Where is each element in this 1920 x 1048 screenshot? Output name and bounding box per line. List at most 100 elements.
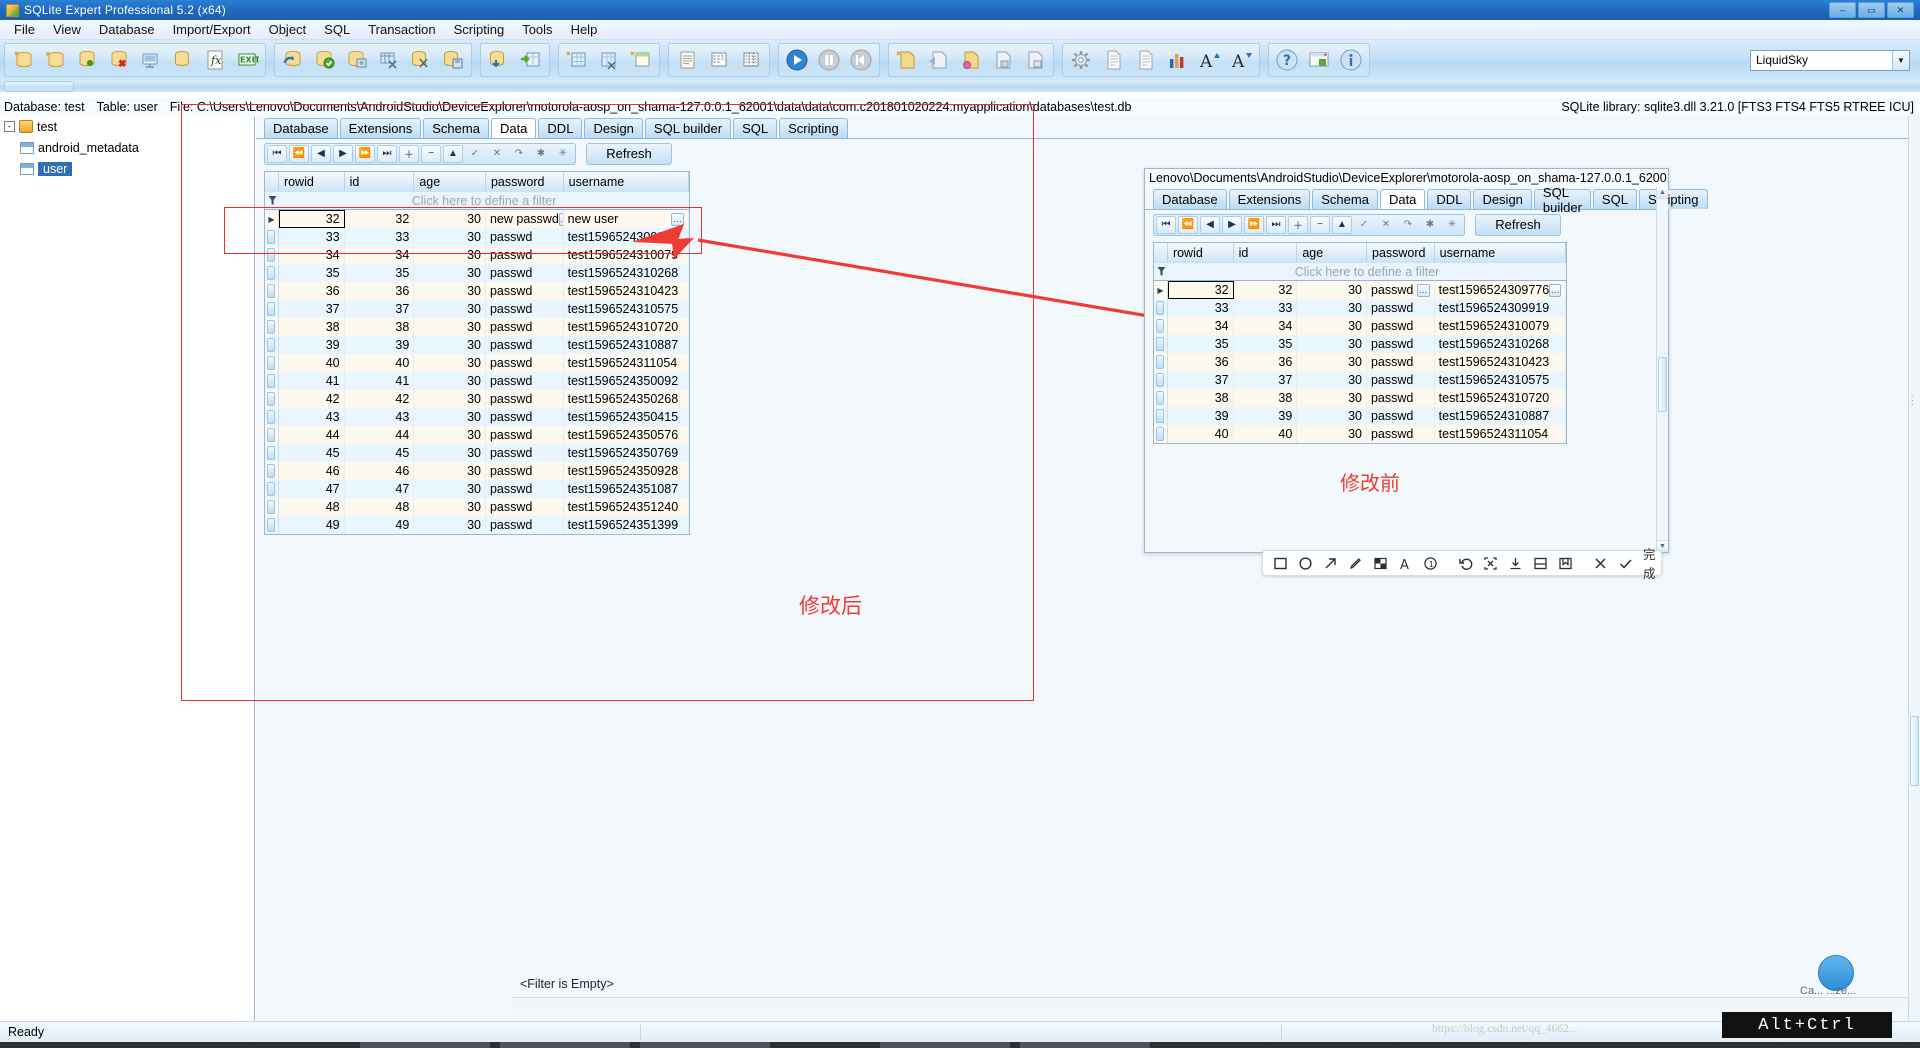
- table-cell-rowid[interactable]: 42: [279, 390, 345, 408]
- snip-done-label[interactable]: 完成: [1643, 544, 1656, 582]
- row-handle[interactable]: [267, 446, 276, 460]
- clear-null-button[interactable]: ✳: [553, 145, 573, 163]
- row-indicator[interactable]: [265, 246, 279, 264]
- table-cell-password[interactable]: passwd: [486, 516, 564, 534]
- table-row[interactable]: ▶ 32 32 30 passwd… test1596524309776…: [1154, 281, 1566, 299]
- table-cell-password[interactable]: passwd: [486, 462, 564, 480]
- inset-refresh-button[interactable]: Refresh: [1475, 213, 1561, 236]
- scroll-up-icon[interactable]: ▲: [1657, 187, 1668, 199]
- table-cell-rowid[interactable]: 43: [279, 408, 345, 426]
- table-cell-id[interactable]: 33: [1234, 299, 1298, 317]
- table-cell-id[interactable]: 37: [345, 300, 415, 318]
- table-cell-id[interactable]: 38: [1234, 389, 1298, 407]
- inset-set-null-button[interactable]: ✱: [1420, 216, 1440, 234]
- menu-scripting[interactable]: Scripting: [445, 20, 514, 39]
- row-indicator[interactable]: [265, 336, 279, 354]
- function-fx-icon[interactable]: fx: [199, 44, 231, 76]
- row-indicator[interactable]: [265, 354, 279, 372]
- refresh-database-icon[interactable]: [277, 44, 309, 76]
- arrow-tool-icon[interactable]: [1323, 555, 1338, 571]
- table-cell-username[interactable]: test1596524350576: [564, 426, 690, 444]
- copy-query-icon[interactable]: [1019, 44, 1051, 76]
- table-copy-icon[interactable]: [373, 44, 405, 76]
- row-handle[interactable]: [267, 248, 276, 262]
- table-cell-rowid[interactable]: 48: [279, 498, 345, 516]
- inset-tab-sql[interactable]: SQL: [1592, 189, 1637, 209]
- table-cell-id[interactable]: 42: [345, 390, 415, 408]
- table-cell-id[interactable]: 34: [1234, 317, 1298, 335]
- table-tool-b-icon[interactable]: [39, 80, 71, 92]
- tree-node-user[interactable]: user: [0, 158, 254, 179]
- table-cell-rowid[interactable]: 46: [279, 462, 345, 480]
- row-handle[interactable]: [1156, 319, 1165, 333]
- font-increase-icon[interactable]: A: [1193, 44, 1225, 76]
- inset-tab-design[interactable]: Design: [1473, 189, 1532, 209]
- table-cell-rowid[interactable]: 37: [279, 300, 345, 318]
- number-tool-icon[interactable]: 1: [1423, 555, 1438, 571]
- inset-next-record-button[interactable]: ▶: [1222, 215, 1242, 234]
- table-cell-password[interactable]: passwd: [486, 300, 564, 318]
- paste-page-icon[interactable]: [1129, 44, 1161, 76]
- inset-tab-scripting[interactable]: Scripting: [1638, 189, 1708, 209]
- table-cell-id[interactable]: 39: [345, 336, 415, 354]
- table-cell-age[interactable]: 30: [1297, 281, 1367, 299]
- table-cell-password[interactable]: passwd: [486, 228, 564, 246]
- table-cell-password[interactable]: new passwd…: [486, 210, 564, 228]
- cancel-icon[interactable]: [1593, 555, 1608, 571]
- table-cell-rowid[interactable]: 35: [1168, 335, 1234, 353]
- table-cell-age[interactable]: 30: [414, 318, 486, 336]
- inset-column-age[interactable]: age: [1297, 243, 1367, 262]
- minimize-button[interactable]: –: [1829, 2, 1856, 18]
- table-cell-rowid[interactable]: 39: [1168, 407, 1234, 425]
- row-handle[interactable]: [267, 230, 276, 244]
- tab-scripting[interactable]: Scripting: [779, 118, 848, 138]
- remove-database-icon[interactable]: [103, 44, 135, 76]
- options-icon[interactable]: [1065, 44, 1097, 76]
- inset-last-record-button[interactable]: ⏭: [1266, 215, 1286, 234]
- table-cell-password[interactable]: passwd: [486, 498, 564, 516]
- table-cell-password[interactable]: passwd: [486, 408, 564, 426]
- row-indicator[interactable]: [265, 498, 279, 516]
- table-cell-password[interactable]: passwd: [486, 264, 564, 282]
- table-cell-age[interactable]: 30: [1297, 407, 1367, 425]
- table-cell-rowid[interactable]: 32: [278, 210, 345, 228]
- table-cell-id[interactable]: 39: [1234, 407, 1298, 425]
- row-indicator[interactable]: [265, 372, 279, 390]
- table-save-icon[interactable]: [437, 44, 469, 76]
- table-row[interactable]: 49 49 30 passwd test1596524351399: [265, 516, 690, 534]
- table-cell-age[interactable]: 30: [1297, 389, 1367, 407]
- table-cell-age[interactable]: 30: [414, 336, 486, 354]
- verify-database-icon[interactable]: [309, 44, 341, 76]
- first-record-button[interactable]: ⏮: [267, 144, 287, 163]
- row-indicator[interactable]: [1154, 317, 1168, 335]
- table-cell-password[interactable]: passwd: [486, 246, 564, 264]
- table-cell-age[interactable]: 30: [414, 354, 486, 372]
- column-rowid[interactable]: rowid: [278, 172, 345, 191]
- row-indicator[interactable]: [265, 444, 279, 462]
- new-view-icon[interactable]: [625, 44, 657, 76]
- row-indicator[interactable]: [1154, 407, 1168, 425]
- table-cell-password[interactable]: passwd: [1367, 389, 1435, 407]
- inset-column-password[interactable]: password: [1367, 243, 1435, 262]
- ellipse-tool-icon[interactable]: [1298, 555, 1313, 571]
- table-cell-id[interactable]: 40: [1234, 425, 1298, 443]
- inset-column-username[interactable]: username: [1434, 243, 1567, 262]
- table-cell-username[interactable]: test1596524310887: [1435, 407, 1566, 425]
- pin-icon[interactable]: [1533, 555, 1548, 571]
- table-cell-age[interactable]: 30: [414, 390, 486, 408]
- table-cell-id[interactable]: 33: [345, 228, 415, 246]
- table-cell-username[interactable]: test1596524351087: [564, 480, 690, 498]
- tab-design[interactable]: Design: [584, 118, 643, 138]
- tree-node-test[interactable]: - test: [0, 116, 254, 137]
- table-cell-username[interactable]: test1596524310575: [1435, 371, 1566, 389]
- table-cell-age[interactable]: 30: [414, 408, 486, 426]
- row-indicator[interactable]: [265, 264, 279, 282]
- tab-sql-builder[interactable]: SQL builder: [644, 118, 732, 138]
- inset-first-record-button[interactable]: ⏮: [1156, 215, 1176, 234]
- row-handle[interactable]: [267, 428, 276, 442]
- row-handle[interactable]: [1156, 301, 1165, 315]
- inset-tab-database[interactable]: Database: [1153, 189, 1227, 209]
- insert-record-button[interactable]: ＋: [399, 144, 419, 163]
- print-query-icon[interactable]: [987, 44, 1019, 76]
- row-indicator[interactable]: [265, 390, 279, 408]
